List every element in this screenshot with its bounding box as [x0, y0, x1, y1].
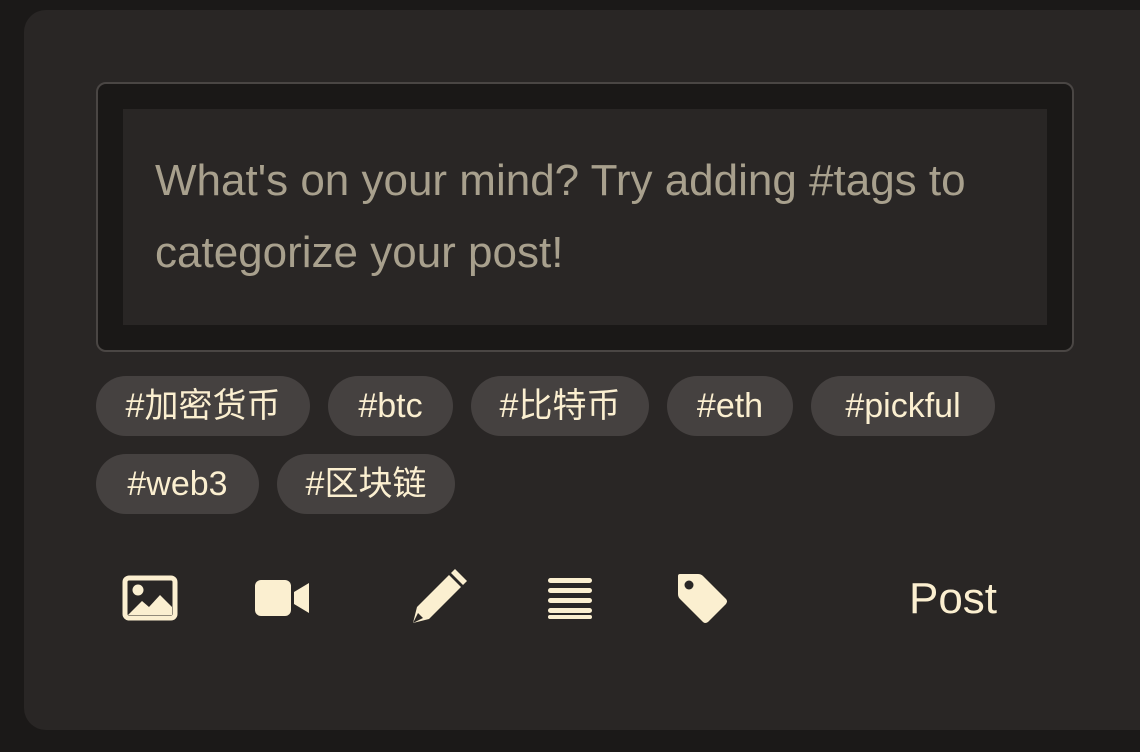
- tag-chip-btc[interactable]: #btc: [328, 376, 453, 436]
- list-icon[interactable]: [540, 568, 600, 628]
- tag-chip-pickful[interactable]: #pickful: [811, 376, 995, 436]
- tag-icon[interactable]: [672, 568, 732, 628]
- post-textarea[interactable]: What's on your mind? Try adding #tags to…: [123, 109, 1047, 325]
- tag-chip-blockchain[interactable]: #区块链: [277, 454, 455, 514]
- tag-chip-web3[interactable]: #web3: [96, 454, 259, 514]
- image-icon[interactable]: [120, 568, 180, 628]
- tag-chip-bitcoin[interactable]: #比特币: [471, 376, 649, 436]
- placeholder-line-2: categorize your post!: [155, 228, 564, 277]
- tag-chip-crypto[interactable]: #加密货币: [96, 376, 310, 436]
- pencil-icon[interactable]: [408, 568, 468, 628]
- placeholder-line-1: What's on your mind? Try adding #tags to: [155, 156, 966, 205]
- tag-chip-eth[interactable]: #eth: [667, 376, 793, 436]
- video-icon[interactable]: [252, 568, 312, 628]
- post-button[interactable]: Post: [880, 566, 1026, 632]
- post-textarea-frame[interactable]: What's on your mind? Try adding #tags to…: [96, 82, 1074, 352]
